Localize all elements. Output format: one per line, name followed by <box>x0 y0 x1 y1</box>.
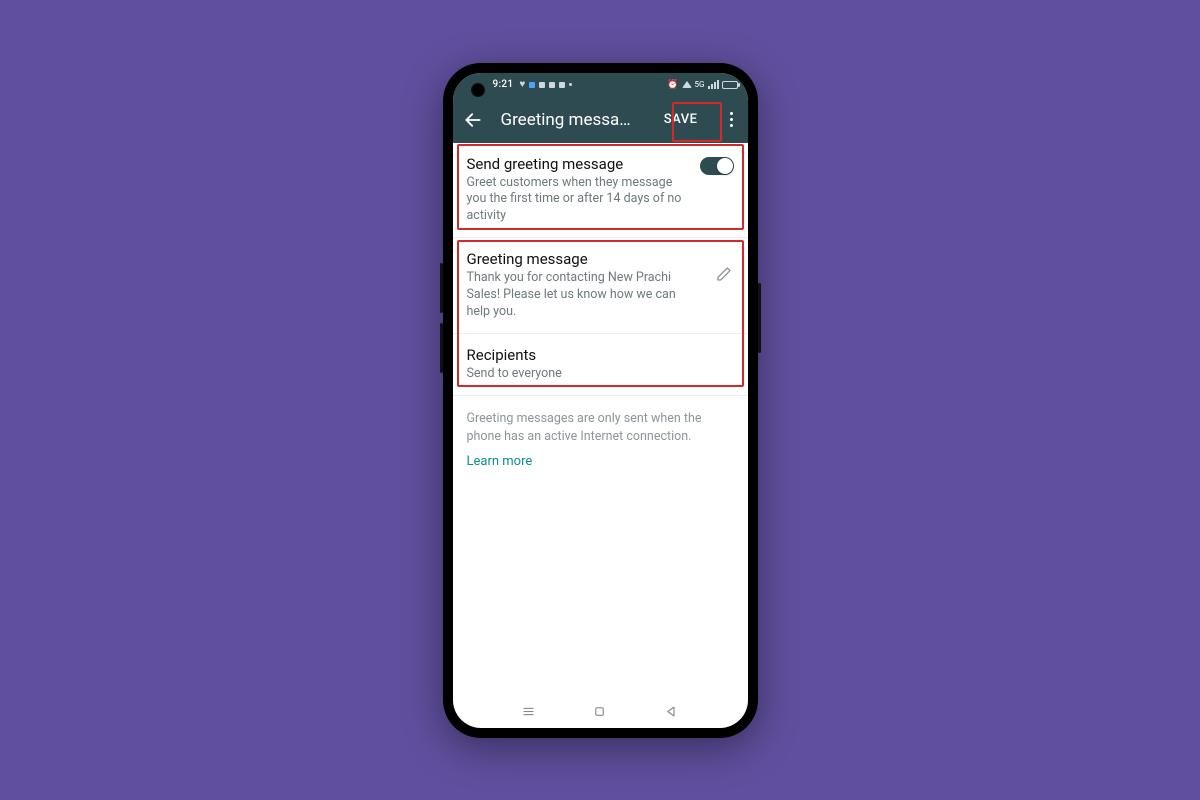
phone-frame: 9:21 ♥ ⏰ 5G Greeting messa… SAVE <box>443 63 758 738</box>
learn-more-link[interactable]: Learn more <box>453 450 748 483</box>
screen: 9:21 ♥ ⏰ 5G Greeting messa… SAVE <box>453 73 748 728</box>
setting-greeting-message[interactable]: Greeting message Thank you for contactin… <box>453 238 748 334</box>
notification-icon <box>549 82 555 88</box>
more-notifications-icon <box>569 83 572 86</box>
notification-icon <box>539 82 545 88</box>
camera-cutout <box>471 83 485 97</box>
signal-icon <box>708 80 719 89</box>
home-button[interactable] <box>592 704 607 719</box>
alarm-icon: ⏰ <box>667 80 678 90</box>
status-time: 9:21 <box>493 79 514 90</box>
setting-send-greeting[interactable]: Send greeting message Greet customers wh… <box>453 143 748 239</box>
setting-subtitle: Greet customers when they message you th… <box>467 175 687 226</box>
toggle-knob <box>717 158 733 174</box>
recents-button[interactable] <box>521 704 536 719</box>
volume-down-button <box>440 323 443 373</box>
send-greeting-toggle[interactable] <box>700 157 734 175</box>
footer-note: Greeting messages are only sent when the… <box>453 396 748 450</box>
setting-title: Greeting message <box>467 250 734 268</box>
status-right: ⏰ 5G <box>667 80 737 90</box>
network-icon: 5G <box>695 80 705 89</box>
power-button <box>758 283 761 353</box>
notification-icon <box>559 82 565 88</box>
notification-icon: ♥ <box>519 79 525 90</box>
wifi-icon <box>682 81 692 88</box>
setting-title: Send greeting message <box>467 155 734 173</box>
content: Send greeting message Greet customers wh… <box>453 143 748 696</box>
page-title: Greeting messa… <box>501 110 640 130</box>
status-left: 9:21 ♥ <box>493 79 573 90</box>
status-bar: 9:21 ♥ ⏰ 5G <box>453 73 748 97</box>
setting-subtitle: Send to everyone <box>467 366 687 383</box>
android-nav-bar <box>453 696 748 728</box>
back-button[interactable] <box>463 110 483 130</box>
volume-up-button <box>440 263 443 313</box>
app-bar: Greeting messa… SAVE <box>453 97 748 143</box>
battery-icon <box>722 81 738 89</box>
setting-recipients[interactable]: Recipients Send to everyone <box>453 334 748 396</box>
overflow-menu-button[interactable] <box>722 106 742 133</box>
back-nav-button[interactable] <box>664 704 679 719</box>
save-button[interactable]: SAVE <box>658 107 704 132</box>
edit-icon[interactable] <box>716 266 732 282</box>
setting-subtitle: Thank you for contacting New Prachi Sale… <box>467 270 687 321</box>
setting-title: Recipients <box>467 346 734 364</box>
notification-icon <box>529 82 535 88</box>
